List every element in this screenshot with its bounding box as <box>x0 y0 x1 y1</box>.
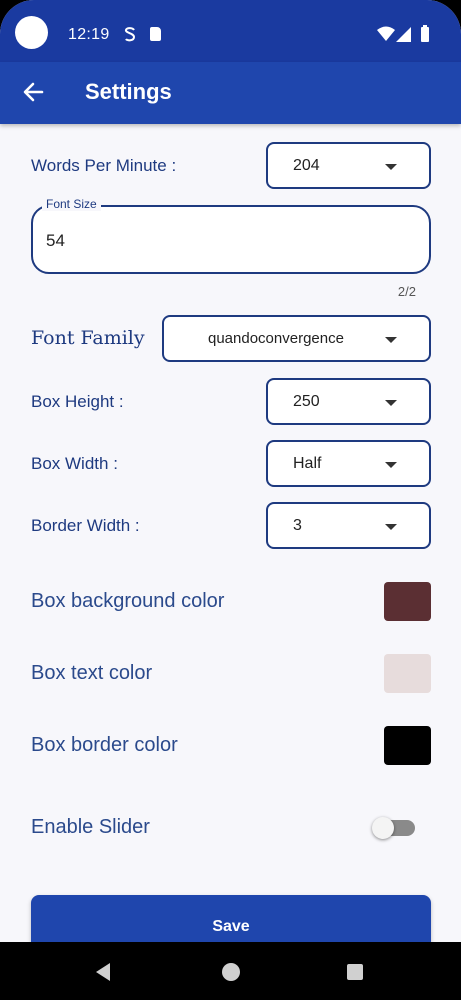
settings-screen: 12:19 Settings Words Per Minute : 204 Fo… <box>0 0 461 1000</box>
app-bar: Settings <box>0 62 461 124</box>
s-icon <box>124 27 136 45</box>
caret-down-icon <box>385 462 397 468</box>
box-height-label: Box Height : <box>31 392 124 411</box>
font-size-counter: 2/2 <box>397 284 416 299</box>
border-width-label: Border Width : <box>31 516 140 535</box>
caret-down-icon <box>385 164 397 170</box>
font-size-label: Font Size <box>42 197 101 211</box>
font-size-input[interactable] <box>46 231 406 251</box>
nav-back-icon[interactable] <box>96 963 110 981</box>
arrow-left-icon[interactable] <box>20 78 48 106</box>
toggle-thumb <box>372 817 394 839</box>
words-per-minute-dropdown[interactable]: 204 <box>266 142 431 189</box>
box-border-color-label: Box border color <box>31 734 178 756</box>
wifi-icon <box>377 26 395 46</box>
border-width-value: 3 <box>293 517 302 534</box>
nav-home-icon[interactable] <box>222 963 240 981</box>
font-family-value: quandoconvergence <box>208 330 344 347</box>
page-title: Settings <box>85 79 172 104</box>
camera-cutout <box>15 16 48 49</box>
box-width-label: Box Width : <box>31 454 118 473</box>
box-height-dropdown[interactable]: 250 <box>266 378 431 425</box>
nav-recents-icon[interactable] <box>347 964 363 980</box>
status-time: 12:19 <box>68 26 110 43</box>
box-text-color-label: Box text color <box>31 662 153 684</box>
box-border-color-swatch[interactable] <box>384 726 431 765</box>
box-background-color-label: Box background color <box>31 590 225 612</box>
border-width-dropdown[interactable]: 3 <box>266 502 431 549</box>
enable-slider-toggle[interactable] <box>372 816 416 840</box>
font-size-field[interactable]: Font Size <box>31 197 431 274</box>
caret-down-icon <box>385 400 397 406</box>
box-height-value: 250 <box>293 393 320 410</box>
box-width-dropdown[interactable]: Half <box>266 440 431 487</box>
box-background-color-swatch[interactable] <box>384 582 431 621</box>
navigation-bar <box>0 942 461 1000</box>
sd-card-icon <box>150 27 161 41</box>
words-per-minute-value: 204 <box>293 157 320 174</box>
status-bar: 12:19 <box>0 0 461 62</box>
words-per-minute-label: Words Per Minute : <box>31 156 177 175</box>
font-family-dropdown[interactable]: quandoconvergence <box>162 315 431 362</box>
box-width-value: Half <box>293 455 322 472</box>
signal-icon <box>396 27 411 47</box>
font-family-label: Font Family <box>31 327 145 349</box>
enable-slider-label: Enable Slider <box>31 816 150 838</box>
box-text-color-swatch[interactable] <box>384 654 431 693</box>
battery-icon <box>421 25 429 42</box>
caret-down-icon <box>385 337 397 343</box>
caret-down-icon <box>385 524 397 530</box>
